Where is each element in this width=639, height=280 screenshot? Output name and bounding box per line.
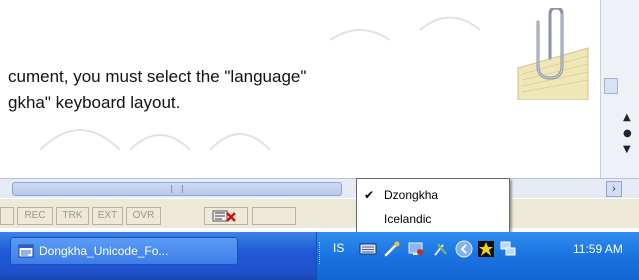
language-menu: ✔ Dzongkha Icelandic: [356, 178, 510, 236]
browse-object-icon[interactable]: ●: [623, 128, 632, 139]
document-area: cument, you must select the "language" g…: [0, 0, 600, 178]
monitor-icon[interactable]: [407, 240, 425, 258]
browse-up-icon[interactable]: ▲: [623, 112, 631, 123]
chevron-left-icon[interactable]: [455, 240, 473, 258]
status-box: [252, 207, 296, 225]
task-button-label: Dongkha_Unicode_Fo...: [39, 244, 169, 258]
pen-icon[interactable]: [383, 240, 401, 258]
status-box: [0, 207, 14, 225]
ext-indicator[interactable]: EXT: [92, 207, 123, 225]
scroll-down-button[interactable]: [604, 78, 618, 94]
trk-indicator[interactable]: TRK: [56, 207, 89, 225]
spelling-error-icon[interactable]: [204, 207, 248, 225]
horizontal-scrollbar[interactable]: ›: [0, 178, 639, 198]
menu-item-label: Dzongkha: [384, 188, 439, 202]
word-document-icon: [18, 244, 34, 258]
horizontal-scroll-thumb[interactable]: [12, 182, 342, 196]
language-indicator[interactable]: IS: [333, 241, 344, 255]
clock[interactable]: 11:59 AM: [573, 242, 623, 256]
check-icon: ✔: [364, 188, 375, 202]
status-bar: REC TRK EXT OVR: [0, 198, 639, 228]
star-icon[interactable]: [477, 240, 495, 258]
ovr-indicator[interactable]: OVR: [126, 207, 161, 225]
browse-down-icon[interactable]: ▼: [623, 144, 631, 155]
taskbar: Dongkha_Unicode_Fo... IS 11:59 AM: [0, 232, 639, 280]
vertical-scrollbar[interactable]: ▲ ● ▼: [600, 0, 639, 178]
menu-item-dzongkha[interactable]: ✔ Dzongkha: [358, 183, 508, 207]
document-line-1: cument, you must select the "language": [8, 67, 307, 86]
task-button-document[interactable]: Dongkha_Unicode_Fo...: [10, 237, 238, 265]
scroll-grip-icon: [171, 185, 183, 193]
document-line-2: gkha" keyboard layout.: [8, 93, 181, 112]
menu-item-icelandic[interactable]: Icelandic: [358, 207, 508, 231]
keyboard-icon[interactable]: [359, 240, 377, 258]
tools-icon[interactable]: [431, 240, 449, 258]
tray-grip: [319, 242, 321, 264]
menu-item-label: Icelandic: [384, 212, 432, 226]
document-text: cument, you must select the "language" g…: [8, 64, 306, 116]
scroll-right-button[interactable]: ›: [606, 181, 622, 197]
rec-indicator[interactable]: REC: [17, 207, 53, 225]
network-icon[interactable]: [499, 240, 517, 258]
paperclip-assistant-icon[interactable]: [508, 8, 594, 100]
system-tray: IS 11:59 AM: [316, 232, 639, 280]
